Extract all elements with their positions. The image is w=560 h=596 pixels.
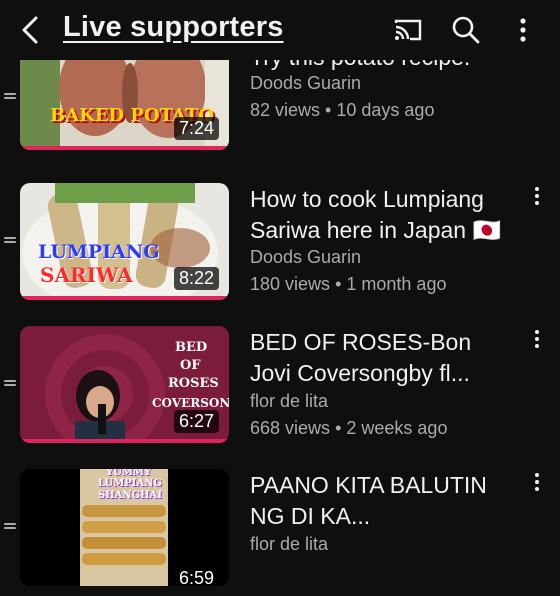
search-icon[interactable] [450,14,482,46]
video-stats: 180 views • 1 month ago [250,272,446,296]
thumbnail-caption: COVERSONG [152,396,229,410]
video-channel: flor de lita [250,534,329,554]
separator: • [335,418,342,438]
more-options-icon[interactable] [530,327,544,353]
list-item[interactable]: YUMMY LUMPIANG SHANGHAI 6:59 PAANO KITA … [0,466,560,596]
video-list: BAKED POTATO 7:24 Try this potato recipe… [0,0,560,586]
list-item[interactable]: LUMPIANG SARIWA 8:22 How to cook Lumpian… [0,180,560,310]
thumbnail-caption: YUMMY [106,469,152,478]
separator: • [325,100,332,120]
drag-handle-icon[interactable] [4,91,16,103]
video-thumbnail[interactable]: YUMMY LUMPIANG SHANGHAI 6:59 [20,469,229,586]
duration-badge: 8:22 [173,267,219,290]
upload-age: 1 month ago [346,274,447,294]
watch-progress-bar [20,296,229,300]
watch-progress-bar [20,439,229,443]
thumbnail-caption: OF [180,358,201,373]
view-count: 82 views [250,100,321,120]
video-channel: Doods Guarin [250,247,362,267]
drag-handle-icon[interactable] [4,235,16,247]
video-stats: 668 views • 2 weeks ago [250,416,447,440]
video-channel: Doods Guarin [250,73,362,93]
more-options-icon[interactable] [530,470,544,496]
thumbnail-caption: LUMPIANG [38,241,160,263]
upload-age: 10 days ago [336,100,435,120]
thumbnail-caption: SARIWA [40,263,133,287]
watch-progress-bar [20,146,229,150]
video-channel: flor de lita [250,391,329,411]
cast-icon[interactable] [392,14,424,46]
thumbnail-caption: LUMPIANG [98,478,162,489]
view-count: 180 views [250,274,331,294]
thumbnail-caption: SHANGHAI [98,490,162,501]
video-title[interactable]: How to cook Lumpiang Sariwa here in Japa… [250,184,518,246]
drag-handle-icon[interactable] [4,521,16,533]
view-count: 668 views [250,418,331,438]
video-stats: 82 views • 10 days ago [250,98,434,122]
drag-handle-icon[interactable] [4,378,16,390]
video-title[interactable]: PAANO KITA BALUTIN NG DI KA... [250,470,518,532]
page-title: Live supporters [63,11,284,43]
separator: • [335,274,342,294]
thumbnail-caption: ROSES [168,376,219,391]
video-thumbnail[interactable]: LUMPIANG SARIWA 8:22 [20,183,229,300]
back-arrow-icon[interactable] [14,12,50,48]
duration-badge: 6:59 [173,567,219,586]
more-vert-icon[interactable] [507,14,539,46]
thumbnail-caption: BED [175,340,208,355]
top-app-bar: Live supporters [0,0,560,60]
video-thumbnail[interactable]: BED OF ROSES COVERSONG 6:27 [20,326,229,443]
list-item[interactable]: BED OF ROSES COVERSONG 6:27 BED OF ROSES… [0,323,560,453]
video-title[interactable]: BED OF ROSES-Bon Jovi Coversongby fl... [250,327,518,389]
duration-badge: 6:27 [173,410,219,433]
upload-age: 2 weeks ago [346,418,448,438]
more-options-icon[interactable] [530,184,544,210]
duration-badge: 7:24 [173,117,219,140]
